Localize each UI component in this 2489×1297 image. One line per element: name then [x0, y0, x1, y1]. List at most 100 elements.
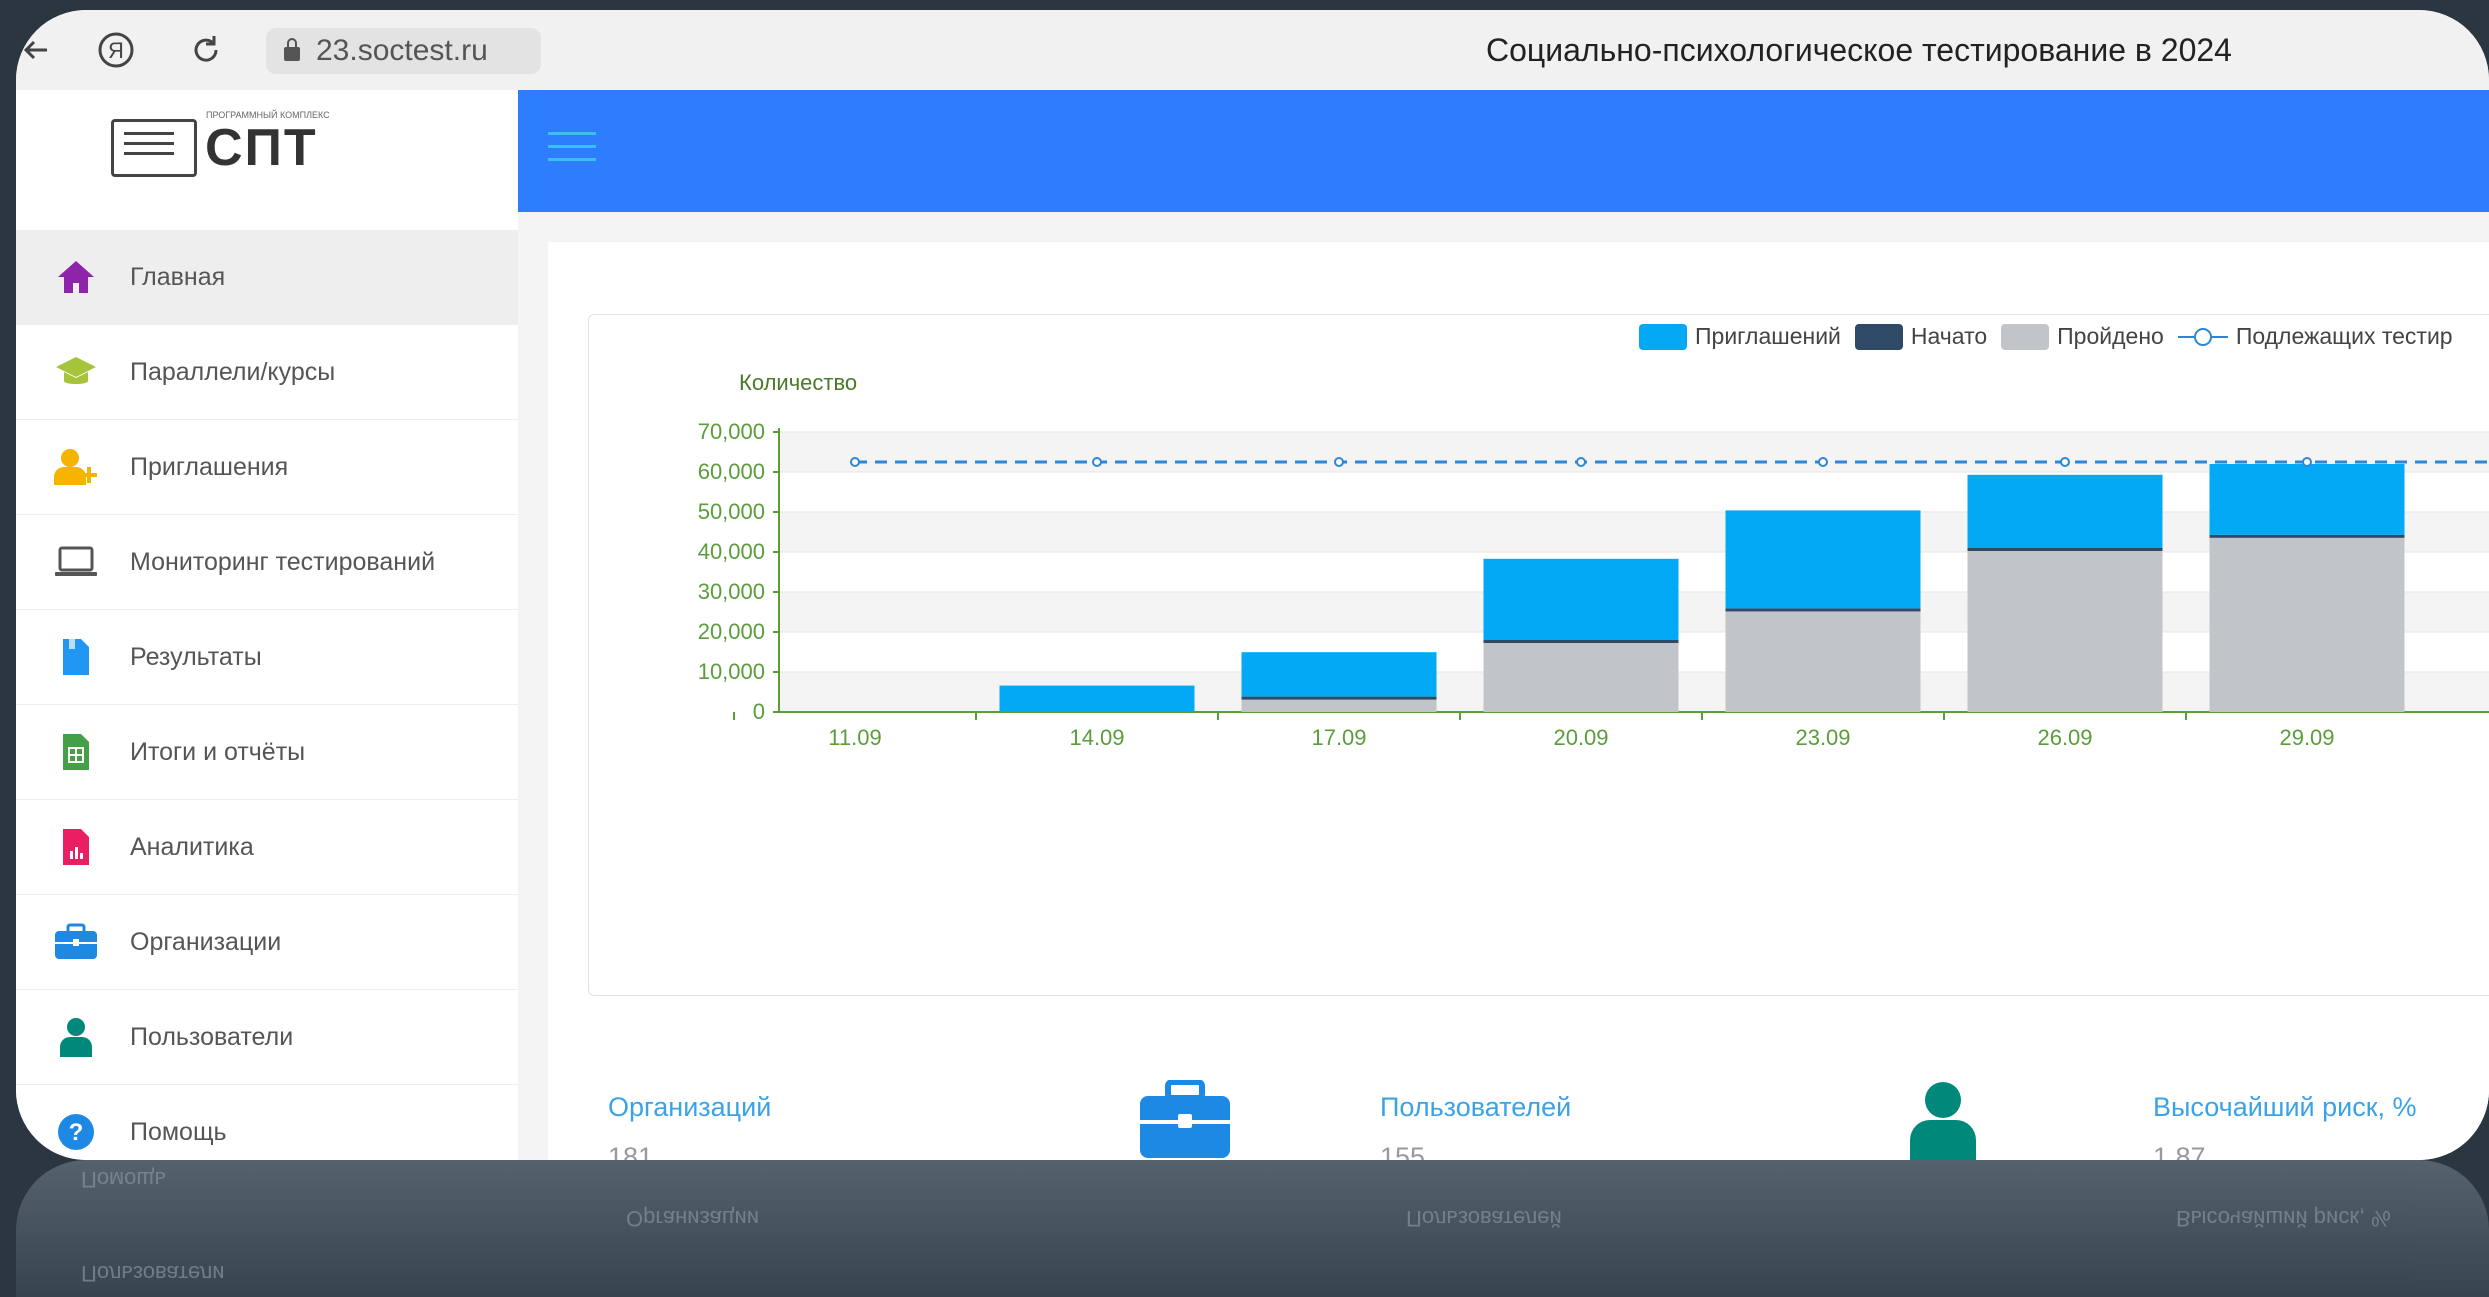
stat-label-organizations: Организаций — [608, 1092, 772, 1122]
screen-reflection: Помощь Пользователи Организации Пользова… — [16, 1160, 2489, 1297]
sidebar-item[interactable]: Главная — [16, 230, 518, 325]
sidebar-item[interactable]: Организации — [16, 895, 518, 990]
sidebar-item[interactable]: Пользователи — [16, 990, 518, 1085]
x-tick-label: 17.09 — [1311, 725, 1366, 750]
x-tick-label: 26.09 — [2037, 725, 2092, 750]
spreadsheet-icon — [54, 730, 98, 774]
bar-segment — [1967, 550, 2163, 712]
bar-segment — [2209, 537, 2405, 712]
hamburger-icon[interactable] — [548, 132, 596, 164]
target-line-point — [2060, 457, 2070, 467]
sidebar-item-label: Пользователи — [130, 1022, 294, 1051]
svg-text:?: ? — [69, 1119, 84, 1146]
target-line-point — [2302, 457, 2312, 467]
app-window: Я 23.soctest.ru Социально-психологическо… — [16, 10, 2489, 1160]
target-line-point — [1334, 457, 1344, 467]
sidebar-item-label: Результаты — [130, 642, 262, 671]
logo[interactable]: СПТ ПРОГРАММНЫЙ КОМПЛЕКС — [111, 110, 330, 178]
stat-label-highest-risk: Высочайший риск, % — [2153, 1092, 2417, 1122]
y-tick-label: 20,000 — [698, 619, 765, 644]
sidebar-item-label: Итоги и отчёты — [130, 737, 306, 766]
page-title: Социально-психологическое тестирование в… — [1486, 32, 2232, 68]
y-tick-label: 10,000 — [698, 659, 765, 684]
sidebar-item[interactable]: Итоги и отчёты — [16, 705, 518, 800]
reflection-risk: Высочайший риск, % — [2176, 1206, 2391, 1231]
sidebar-item-label: Организации — [130, 927, 282, 956]
y-tick-label: 40,000 — [698, 539, 765, 564]
logo-icon — [111, 119, 197, 177]
lock-icon — [284, 38, 300, 61]
logo-caption: ПРОГРАММНЫЙ КОМПЛЕКС — [206, 110, 330, 120]
sidebar-item-label: Мониторинг тестирований — [130, 547, 436, 576]
graduation-cap-icon — [54, 350, 98, 394]
document-icon — [54, 635, 98, 679]
sidebar-item[interactable]: ? Помощь — [16, 1085, 518, 1160]
target-line-point — [1576, 457, 1586, 467]
bar-segment — [1483, 642, 1679, 712]
top-bar — [518, 90, 2489, 212]
bar-segment — [1725, 608, 1921, 612]
sidebar-item-label: Приглашения — [130, 452, 289, 481]
stat-value-users: 155 — [1380, 1142, 1426, 1160]
sidebar-item[interactable]: Результаты — [16, 610, 518, 705]
sidebar-menu: Главная Параллели/курсы Приглашения Монитор… — [16, 230, 518, 1160]
x-tick-label: 20.09 — [1553, 725, 1608, 750]
target-line-point — [850, 457, 860, 467]
back-icon[interactable] — [16, 30, 56, 70]
y-tick-label: 50,000 — [698, 499, 765, 524]
sidebar-item[interactable]: Аналитика — [16, 800, 518, 895]
x-tick-label: 11.09 — [828, 725, 881, 750]
browser-toolbar: Я 23.soctest.ru Социально-психологическо… — [16, 10, 2489, 91]
y-tick-label: 0 — [753, 699, 765, 724]
add-user-icon — [54, 445, 98, 489]
y-tick-label: 60,000 — [698, 459, 765, 484]
yandex-glyph: Я — [108, 38, 124, 63]
address-bar[interactable]: 23.soctest.ru — [266, 28, 541, 74]
sidebar-item[interactable]: Параллели/курсы — [16, 325, 518, 420]
reflection-users2: Пользователей — [1406, 1206, 1562, 1231]
analytics-file-icon — [54, 825, 98, 869]
sidebar-item[interactable]: Мониторинг тестирований — [16, 515, 518, 610]
bar-chart: 70,000 60,000 50,000 40,000 30,000 20,000 10,0… — [698, 370, 2489, 750]
bar-segment — [1483, 640, 1679, 643]
bar-segment — [1483, 558, 1679, 640]
stat-value-organizations: 181 — [608, 1142, 654, 1160]
user-icon — [1908, 1080, 1978, 1160]
target-line-point — [1092, 457, 1102, 467]
main-content: Приглашений Начато Пройдено Подлежащих т… — [518, 212, 2489, 1160]
target-line-point — [1818, 457, 1828, 467]
user-icon — [54, 1015, 98, 1059]
bar-segment — [1725, 610, 1921, 712]
sidebar-item-label: Главная — [130, 262, 226, 291]
logo-text: СПТ — [205, 119, 318, 177]
bar-segment — [1725, 510, 1921, 609]
bar-segment — [1241, 696, 1437, 700]
dashboard-panel: Приглашений Начато Пройдено Подлежащих т… — [548, 242, 2489, 1160]
stat-label-users: Пользователей — [1380, 1092, 1572, 1122]
y-tick-label: 30,000 — [698, 579, 765, 604]
stat-value-highest-risk: 1.87 — [2153, 1142, 2206, 1160]
briefcase-icon — [54, 920, 98, 964]
sidebar: СПТ ПРОГРАММНЫЙ КОМПЛЕКС Главная Параллел… — [16, 90, 519, 1160]
x-tick-label: 29.09 — [2279, 725, 2334, 750]
reflection-orgs: Организации — [626, 1206, 760, 1231]
reflection-users: Пользователи — [81, 1261, 225, 1286]
x-tick-label: 14.09 — [1069, 725, 1124, 750]
sidebar-item[interactable]: Приглашения — [16, 420, 518, 515]
url-text: 23.soctest.ru — [316, 34, 488, 67]
briefcase-icon — [1138, 1079, 1232, 1160]
bar-segment — [1967, 548, 2163, 551]
yandex-icon[interactable]: Я — [96, 30, 136, 70]
sidebar-item-label: Параллели/курсы — [130, 357, 336, 386]
help-icon: ? — [54, 1110, 98, 1154]
y-axis-title: Количество — [739, 370, 857, 395]
chart-card: Приглашений Начато Пройдено Подлежащих т… — [588, 314, 2489, 996]
reload-icon[interactable] — [186, 30, 226, 70]
x-tick-label: 23.09 — [1795, 725, 1850, 750]
home-icon — [54, 255, 98, 299]
bar-segment — [1241, 652, 1437, 697]
laptop-icon — [54, 540, 98, 584]
y-tick-label: 70,000 — [698, 419, 765, 444]
bar-segment — [999, 685, 1195, 712]
bar-segment — [1967, 474, 2163, 548]
